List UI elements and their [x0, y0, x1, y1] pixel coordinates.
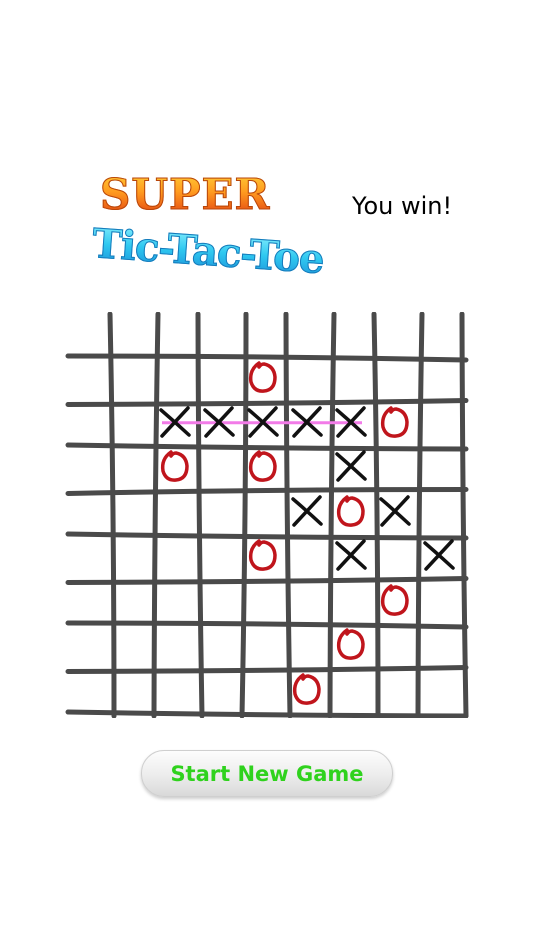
o-mark-icon — [292, 672, 321, 705]
board-cell[interactable] — [156, 492, 200, 536]
board-cell[interactable] — [244, 492, 288, 536]
board-cell[interactable] — [332, 358, 376, 402]
x-mark-icon — [335, 539, 367, 571]
board-cell[interactable] — [112, 581, 156, 625]
board-cell[interactable] — [244, 447, 288, 491]
board-cell[interactable] — [156, 447, 200, 491]
board-cell[interactable] — [376, 536, 420, 580]
board-cell[interactable] — [332, 581, 376, 625]
board-cell[interactable] — [288, 403, 332, 447]
board-cell[interactable] — [156, 358, 200, 402]
game-board — [64, 312, 470, 718]
board-cell[interactable] — [376, 403, 420, 447]
board-cell[interactable] — [288, 625, 332, 669]
board-cell[interactable] — [420, 492, 464, 536]
board-cell[interactable] — [420, 536, 464, 580]
o-mark-icon — [248, 361, 277, 393]
logo-title-tic-tac-toe: Tic-Tac-Toe — [90, 219, 326, 284]
board-cell[interactable] — [200, 492, 244, 536]
x-mark-icon — [247, 405, 279, 438]
board-cell[interactable] — [332, 536, 376, 580]
board-cell[interactable] — [420, 670, 464, 714]
x-mark-icon — [335, 450, 367, 482]
start-new-game-button[interactable]: Start New Game — [141, 750, 393, 797]
board-cell[interactable] — [156, 581, 200, 625]
o-mark-icon — [380, 583, 409, 616]
board-cell[interactable] — [332, 625, 376, 669]
board-cell[interactable] — [112, 447, 156, 491]
board-cells — [112, 358, 464, 718]
board-cell[interactable] — [200, 358, 244, 402]
board-cell[interactable] — [112, 625, 156, 669]
board-cell[interactable] — [200, 670, 244, 714]
board-cell[interactable] — [420, 403, 464, 447]
board-cell[interactable] — [332, 492, 376, 536]
board-cell[interactable] — [288, 536, 332, 580]
board-cell[interactable] — [376, 581, 420, 625]
board-cell[interactable] — [420, 358, 464, 402]
board-cell[interactable] — [420, 447, 464, 491]
board-cell[interactable] — [112, 492, 156, 536]
board-cell[interactable] — [244, 581, 288, 625]
board-cell[interactable] — [244, 358, 288, 402]
x-mark-icon — [291, 494, 323, 527]
board-cell[interactable] — [376, 670, 420, 714]
board-cell[interactable] — [376, 625, 420, 669]
x-mark-icon — [291, 405, 323, 438]
board-cell[interactable] — [376, 492, 420, 536]
board-cell[interactable] — [288, 670, 332, 714]
x-mark-icon — [379, 494, 411, 527]
board-cell[interactable] — [288, 358, 332, 402]
board-cell[interactable] — [156, 670, 200, 714]
board-cell[interactable] — [112, 670, 156, 714]
board-cell[interactable] — [244, 670, 288, 714]
o-mark-icon — [248, 539, 277, 571]
board-cell[interactable] — [156, 403, 200, 447]
game-logo: SUPER Tic-Tac-Toe — [80, 160, 326, 290]
board-cell[interactable] — [200, 625, 244, 669]
board-cell[interactable] — [200, 581, 244, 625]
board-cell[interactable] — [244, 403, 288, 447]
board-cell[interactable] — [112, 358, 156, 402]
board-cell[interactable] — [112, 403, 156, 447]
logo-title-super: SUPER — [99, 170, 271, 220]
board-cell[interactable] — [420, 581, 464, 625]
board-cell[interactable] — [420, 625, 464, 669]
board-cell[interactable] — [288, 447, 332, 491]
x-mark-icon — [203, 405, 235, 438]
game-status-message: You win! — [352, 192, 453, 220]
board-cell[interactable] — [332, 447, 376, 491]
o-mark-icon — [160, 450, 189, 482]
board-cell[interactable] — [376, 447, 420, 491]
board-cell[interactable] — [332, 403, 376, 447]
board-cell[interactable] — [244, 625, 288, 669]
board-cell[interactable] — [156, 536, 200, 580]
o-mark-icon — [336, 628, 365, 660]
board-cell[interactable] — [288, 492, 332, 536]
board-cell[interactable] — [332, 670, 376, 714]
x-mark-icon — [335, 405, 367, 438]
x-mark-icon — [159, 405, 191, 438]
board-cell[interactable] — [244, 536, 288, 580]
board-cell[interactable] — [200, 447, 244, 491]
board-cell[interactable] — [200, 536, 244, 580]
o-mark-icon — [380, 405, 409, 438]
o-mark-icon — [248, 450, 277, 482]
o-mark-icon — [336, 494, 365, 527]
board-cell[interactable] — [200, 403, 244, 447]
x-mark-icon — [423, 539, 455, 571]
board-cell[interactable] — [376, 358, 420, 402]
board-cell[interactable] — [288, 581, 332, 625]
board-cell[interactable] — [156, 625, 200, 669]
board-cell[interactable] — [112, 536, 156, 580]
